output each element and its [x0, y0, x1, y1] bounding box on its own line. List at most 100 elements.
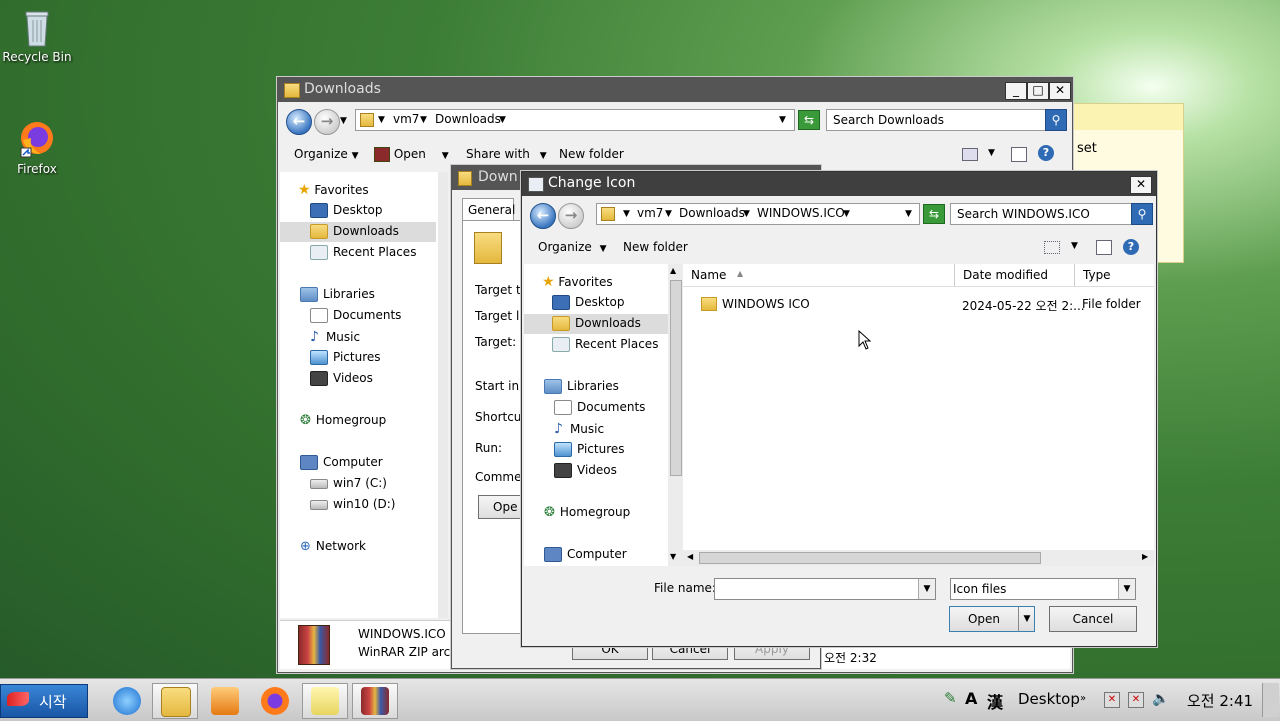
taskbar-sticky-notes[interactable] [302, 683, 348, 719]
nav-computer[interactable]: Computer [300, 455, 383, 470]
chevron-down-icon[interactable]: ▼ [623, 209, 630, 219]
refresh-icon[interactable]: ⇆ [923, 204, 945, 224]
chevron-down-icon[interactable]: ▼ [378, 115, 385, 125]
taskbar-firefox[interactable] [252, 683, 298, 719]
nav-desktop[interactable]: Desktop [310, 203, 383, 218]
file-type-select[interactable]: Icon files ▼ [950, 578, 1136, 600]
network-status-icon[interactable]: ✕ [1128, 692, 1144, 708]
minimize-button[interactable]: _ [1005, 82, 1027, 100]
start-button[interactable]: 시작 [0, 684, 88, 718]
taskbar-media-player[interactable] [202, 683, 248, 719]
desktop-toolbar-label[interactable]: Desktop [1018, 690, 1080, 708]
nav-music[interactable]: ♪ Music [554, 421, 604, 437]
nav-music[interactable]: ♪ Music [310, 329, 360, 345]
nav-documents[interactable]: Documents [554, 400, 645, 415]
explorer-titlebar[interactable]: Downloads _ □ ✕ [278, 78, 1072, 102]
recycle-bin-desktop-icon[interactable]: Recycle Bin [0, 6, 74, 64]
nav-favorites[interactable]: ★ Favorites [542, 274, 613, 290]
nav-libraries[interactable]: Libraries [300, 287, 375, 302]
organize-button[interactable]: Organize ▼ [538, 240, 607, 254]
recent-pages-dropdown-icon[interactable]: ▼ [340, 116, 347, 126]
preview-pane-icon[interactable] [1011, 147, 1027, 162]
action-center-icon[interactable]: ✕ [1104, 692, 1120, 708]
column-type[interactable]: Type [1075, 264, 1154, 286]
chevron-down-icon[interactable]: ▼ [1118, 579, 1135, 599]
horizontal-scrollbar[interactable]: ◀ ▶ [683, 550, 1154, 566]
maximize-button[interactable]: □ [1027, 82, 1049, 100]
nav-recent-places[interactable]: Recent Places [552, 337, 658, 352]
preview-pane-icon[interactable] [1096, 240, 1112, 255]
dialog-search-input[interactable]: Search WINDOWS.ICO ⚲ [950, 203, 1153, 225]
ime-hanja[interactable]: 漢 [987, 689, 1003, 713]
volume-icon[interactable]: 🔈 [1152, 691, 1169, 707]
dialog-address-bar[interactable]: ▼ vm7 ▼ Downloads ▼ WINDOWS.ICO ▼ ▼ [596, 203, 920, 225]
help-icon[interactable]: ? [1123, 239, 1139, 255]
language-bar-icon[interactable]: ✎ [944, 689, 957, 707]
nav-videos[interactable]: Videos [310, 371, 373, 386]
firefox-desktop-icon[interactable]: Firefox [0, 118, 74, 176]
clock[interactable]: 오전 2:41 [1187, 690, 1253, 711]
help-icon[interactable]: ? [1038, 145, 1054, 161]
chevron-down-icon[interactable]: ▼ [1018, 607, 1035, 631]
open-button[interactable]: Open ▼ [374, 147, 449, 162]
chevron-down-icon[interactable]: ▼ [988, 148, 995, 158]
toolbar-expand-icon[interactable]: » [1080, 693, 1086, 704]
scroll-right-icon[interactable]: ▶ [1142, 552, 1148, 561]
scrollbar-thumb[interactable] [699, 552, 1041, 564]
nav-homegroup[interactable]: ❂ Homegroup [300, 413, 386, 428]
scroll-up-icon[interactable]: ▲ [670, 266, 676, 275]
table-row[interactable]: WINDOWS ICO 2024-05-22 오전 2:... File fol… [683, 294, 1154, 314]
chevron-down-icon[interactable]: ▼ [918, 579, 935, 599]
chevron-down-icon[interactable]: ▼ [843, 209, 850, 219]
change-icon-titlebar[interactable]: Change Icon ✕ [522, 172, 1156, 196]
back-button[interactable]: ← [286, 109, 312, 135]
file-name-input[interactable]: ▼ [714, 578, 936, 600]
search-icon[interactable]: ⚲ [1131, 203, 1153, 225]
nav-drive-d[interactable]: win10 (D:) [310, 497, 395, 511]
chevron-down-icon[interactable]: ▼ [420, 115, 427, 125]
nav-computer[interactable]: Computer [544, 547, 627, 562]
taskbar-internet-explorer[interactable] [104, 683, 150, 719]
nav-downloads[interactable]: Downloads [524, 314, 668, 334]
explorer-address-bar[interactable]: ▼ vm7 ▼ Downloads ▼ ▼ [355, 109, 795, 131]
nav-downloads[interactable]: Downloads [280, 222, 436, 242]
scroll-left-icon[interactable]: ◀ [687, 552, 693, 561]
nav-drive-c[interactable]: win7 (C:) [310, 476, 387, 490]
chevron-down-icon[interactable]: ▼ [665, 209, 672, 219]
nav-pictures[interactable]: Pictures [554, 442, 625, 457]
scroll-down-icon[interactable]: ▼ [670, 552, 676, 561]
close-button[interactable]: ✕ [1049, 82, 1071, 100]
nav-recent-places[interactable]: Recent Places [310, 245, 416, 260]
organize-button[interactable]: Organize ▼ [294, 147, 359, 161]
cancel-button[interactable]: Cancel [1049, 606, 1137, 632]
nav-libraries[interactable]: Libraries [544, 379, 619, 394]
nav-network[interactable]: ⊕ Network [300, 539, 366, 554]
scrollbar-thumb[interactable] [670, 280, 682, 476]
explorer-search-input[interactable]: Search Downloads ⚲ [826, 109, 1067, 131]
nav-homegroup[interactable]: ❂ Homegroup [544, 505, 630, 520]
new-folder-button[interactable]: New folder [559, 147, 624, 161]
forward-button[interactable]: → [558, 203, 584, 229]
breadcrumb-vm7[interactable]: vm7 [393, 112, 419, 126]
nav-videos[interactable]: Videos [554, 463, 617, 478]
breadcrumb-downloads[interactable]: Downloads [679, 206, 745, 220]
breadcrumb-downloads[interactable]: Downloads [435, 112, 501, 126]
show-desktop-button[interactable] [1262, 683, 1279, 717]
tab-general[interactable]: General [462, 198, 515, 221]
column-name[interactable]: Name ▲ [683, 264, 955, 286]
taskbar-winrar[interactable] [352, 683, 398, 719]
refresh-icon[interactable]: ⇆ [798, 110, 820, 130]
nav-pane-scrollbar[interactable]: ▲ ▼ [668, 264, 683, 566]
share-with-button[interactable]: Share with ▼ [466, 147, 547, 161]
chevron-down-icon[interactable]: ▼ [743, 209, 750, 219]
nav-pictures[interactable]: Pictures [310, 350, 381, 365]
search-icon[interactable]: ⚲ [1045, 109, 1067, 131]
nav-documents[interactable]: Documents [310, 308, 401, 323]
new-folder-button[interactable]: New folder [623, 240, 688, 254]
view-options-icon[interactable] [962, 148, 978, 161]
address-history-dropdown-icon[interactable]: ▼ [779, 115, 786, 125]
taskbar-explorer[interactable] [152, 683, 198, 719]
open-split-button[interactable]: Open ▼ [949, 606, 1035, 632]
nav-desktop[interactable]: Desktop [552, 295, 625, 310]
close-button[interactable]: ✕ [1130, 176, 1152, 194]
